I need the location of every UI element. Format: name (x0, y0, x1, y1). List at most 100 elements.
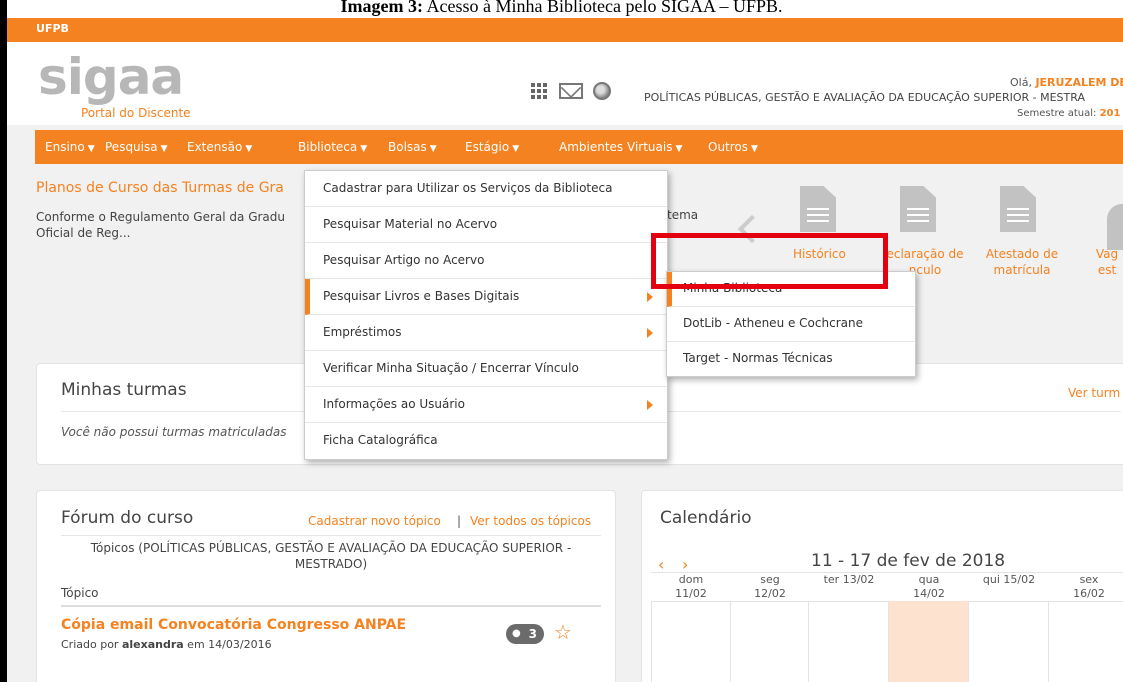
calendar-day-column[interactable] (969, 601, 1049, 682)
caret-down-icon: ▼ (360, 144, 368, 154)
caret-down-icon: ▼ (675, 144, 683, 154)
menu-item-informacoes-usuario[interactable]: Informações ao Usuário (305, 387, 667, 423)
document-icon[interactable] (800, 186, 836, 232)
calendar-day-column[interactable] (809, 601, 889, 682)
divider (61, 605, 601, 607)
day-name: seg (760, 573, 780, 586)
nav-biblioteca[interactable]: Biblioteca ▼ (298, 140, 367, 154)
calendar-day-header: ter 13/02 (809, 573, 889, 587)
submenu-item-dotlib[interactable]: DotLib - Atheneu e Cochcrane (667, 307, 915, 342)
course-plans-notice-title[interactable]: Planos de Curso das Turmas de Gra (36, 180, 284, 196)
left-frame-border (0, 0, 7, 682)
submenu-arrow-icon (647, 292, 653, 302)
shortcut-vagas[interactable]: Vag est (1092, 246, 1122, 278)
calendar-day-column[interactable] (731, 601, 809, 682)
day-date: 11/02 (675, 587, 707, 600)
nav-label: Biblioteca (298, 140, 358, 154)
menu-item-cadastrar-biblioteca[interactable]: Cadastrar para Utilizar os Serviços da B… (305, 171, 667, 207)
greeting-prefix: Olá, (1010, 76, 1036, 89)
main-nav: Ensino ▼ Pesquisa ▼ Extensão ▼ Biblioteca ▼ … (35, 130, 1123, 164)
caret-down-icon: ▼ (245, 144, 253, 154)
day-name: dom (678, 573, 704, 586)
menu-item-label: Pesquisar Livros e Bases Digitais (323, 289, 520, 303)
menu-item-pesquisar-artigo[interactable]: Pesquisar Artigo no Acervo (305, 243, 667, 279)
day-name: qua (918, 573, 940, 586)
submenu-item-target[interactable]: Target - Normas Técnicas (667, 342, 915, 377)
nav-bolsas[interactable]: Bolsas ▼ (388, 140, 437, 154)
calendar-day-column[interactable] (651, 601, 731, 682)
caret-down-icon: ▼ (751, 144, 758, 154)
menu-item-label: Cadastrar para Utilizar os Serviços da B… (323, 181, 613, 195)
calendar-range: 11 - 17 de fev de 2018 (811, 551, 1006, 571)
nav-extensao[interactable]: Extensão ▼ (187, 140, 252, 154)
topic-title[interactable]: Cópia email Convocatória Congresso ANPAE (61, 617, 406, 633)
menu-item-pesquisar-material[interactable]: Pesquisar Material no Acervo (305, 207, 667, 243)
mail-icon[interactable] (559, 83, 583, 99)
institution-bar: UFPB (7, 18, 1123, 42)
sigaa-app: UFPB sigaa Portal do Discente POLÍTICAS … (7, 18, 1123, 682)
caret-down-icon: ▼ (512, 144, 520, 154)
comments-badge[interactable]: ● 3 (506, 624, 544, 644)
calendar-day-header: sex 16/02 (1049, 573, 1123, 601)
nav-pesquisa[interactable]: Pesquisa ▼ (105, 140, 168, 154)
nav-ensino[interactable]: Ensino ▼ (45, 140, 95, 154)
submenu-arrow-icon (647, 400, 653, 410)
menu-item-label: Ficha Catalográfica (323, 433, 438, 447)
document-icon[interactable] (900, 186, 936, 232)
caret-down-icon: ▼ (429, 144, 437, 154)
current-semester: Semestre atual: 201 (1017, 108, 1120, 119)
topic-column-header: Tópico (61, 586, 99, 600)
no-classes-message: Você não possui turmas matriculadas (61, 425, 287, 439)
menu-item-livros-bases-digitais[interactable]: Pesquisar Livros e Bases Digitais (305, 279, 667, 315)
institution-name[interactable]: UFPB (36, 22, 69, 35)
forum-context-line: MESTRADO) (294, 557, 368, 571)
star-icon[interactable]: ☆ (554, 620, 572, 644)
submenu-arrow-icon (647, 328, 653, 338)
calendar-day-column[interactable] (1049, 601, 1123, 682)
person-icon[interactable] (1107, 204, 1123, 250)
topic-author[interactable]: alexandra (122, 638, 184, 651)
menu-item-label: Informações ao Usuário (323, 397, 465, 411)
topic-meta: Criado por alexandra em 14/03/2016 (61, 638, 272, 651)
day-date: 12/02 (754, 587, 786, 600)
shortcut-atestado[interactable]: Atestado de matrícula (982, 246, 1062, 278)
menu-item-label: Empréstimos (323, 325, 402, 339)
day-date: 14/02 (913, 587, 945, 600)
menu-item-ficha-catalografica[interactable]: Ficha Catalográfica (305, 423, 667, 459)
calendar-day-header: seg 12/02 (731, 573, 809, 601)
menu-item-verificar-situacao[interactable]: Verificar Minha Situação / Encerrar Vínc… (305, 351, 667, 387)
nav-label: Outros (708, 140, 749, 154)
view-classes-link[interactable]: Ver turm (1068, 386, 1120, 400)
calendar-day-header: qua 14/02 (889, 573, 969, 601)
nav-ambientes-virtuais[interactable]: Ambientes Virtuais ▼ (559, 140, 682, 154)
user-name[interactable]: JERUZALEM DE L. SI (1035, 76, 1123, 89)
nav-label: Ensino (45, 140, 85, 154)
caption-prefix: Imagem 3: (340, 0, 423, 16)
sigaa-logo[interactable]: sigaa (38, 50, 184, 104)
notice-fragment: tema (667, 208, 699, 222)
document-icon[interactable] (1000, 186, 1036, 232)
topic-meta-prefix: Criado por (61, 638, 122, 651)
globe-icon[interactable] (593, 82, 611, 100)
course-name: POLÍTICAS PÚBLICAS, GESTÃO E AVALIAÇÃO D… (644, 91, 1085, 104)
nav-label: Ambientes Virtuais (559, 140, 673, 154)
apps-grid-icon[interactable] (531, 83, 549, 99)
user-greeting: Olá, JERUZALEM DE L. SI (1010, 76, 1123, 89)
shortcut-label-line: Atestado de (985, 247, 1059, 261)
forum-title: Fórum do curso (61, 508, 194, 528)
course-forum-card: Fórum do curso Cadastrar novo tópico | V… (36, 490, 616, 682)
shortcut-label-line: matrícula (993, 263, 1051, 277)
portal-subtitle: Portal do Discente (81, 106, 191, 120)
nav-outros[interactable]: Outros ▼ (708, 140, 758, 154)
nav-estagio[interactable]: Estágio ▼ (465, 140, 519, 154)
calendar-today-column[interactable] (889, 601, 969, 682)
menu-item-emprestimos[interactable]: Empréstimos (305, 315, 667, 351)
forum-context: Tópicos (POLÍTICAS PÚBLICAS, GESTÃO E AV… (61, 540, 601, 572)
menu-item-label: Pesquisar Artigo no Acervo (323, 253, 485, 267)
biblioteca-dropdown-menu: Cadastrar para Utilizar os Serviços da B… (304, 170, 668, 460)
all-topics-link[interactable]: Ver todos os tópicos (470, 514, 591, 528)
document-caption: Imagem 3: Acesso à Minha Biblioteca pelo… (0, 0, 1123, 18)
day-name: ter 13/02 (823, 573, 875, 586)
calendar-title: Calendário (660, 508, 752, 528)
new-topic-link[interactable]: Cadastrar novo tópico (308, 514, 441, 528)
